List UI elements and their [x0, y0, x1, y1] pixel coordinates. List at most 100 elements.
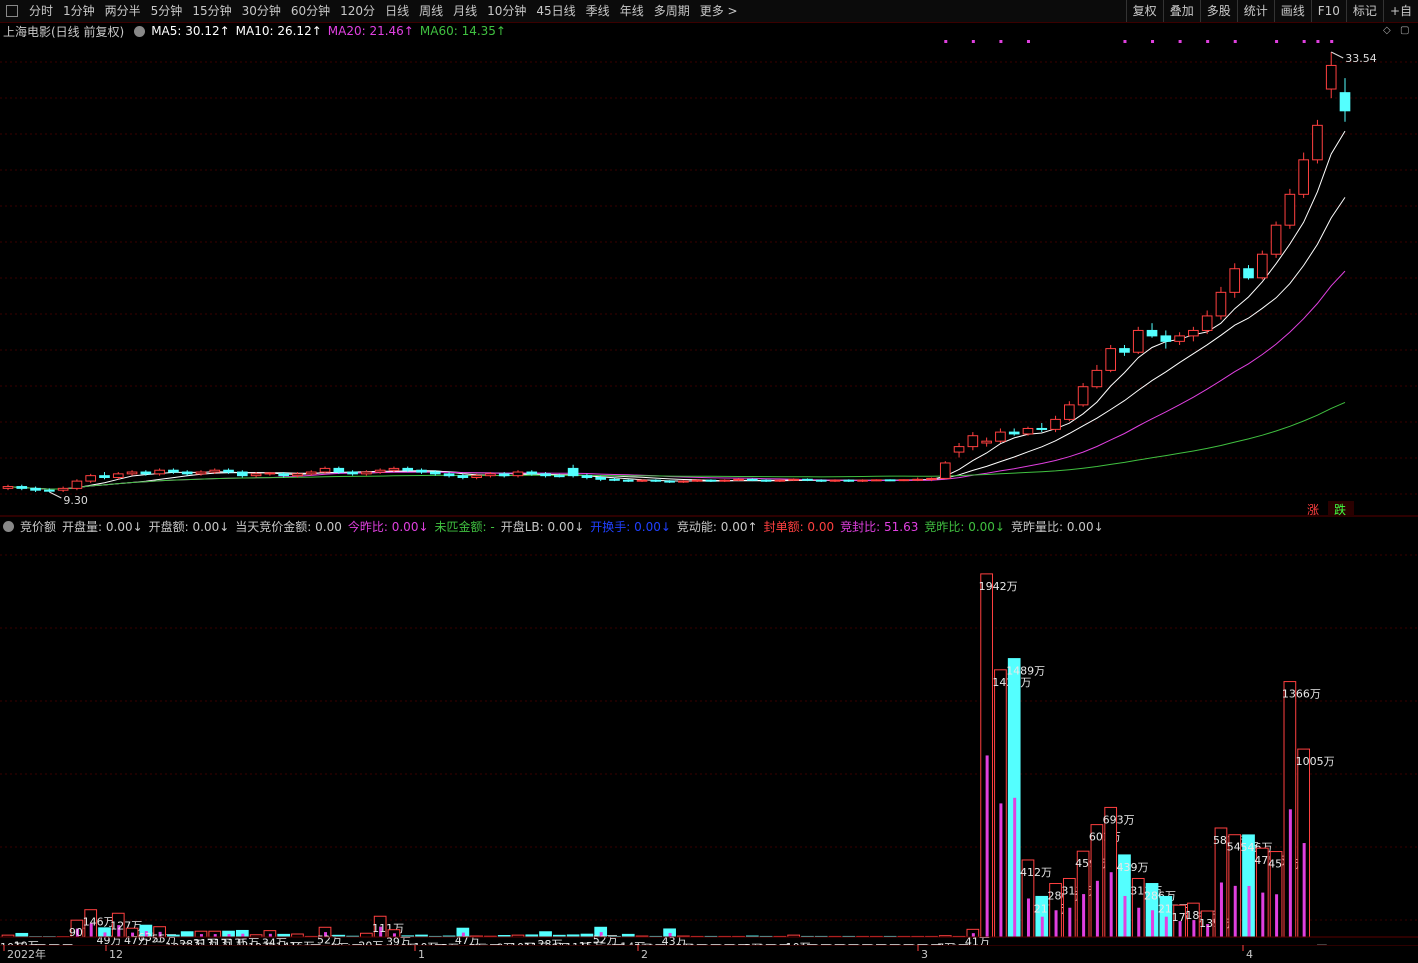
period-tab-16[interactable]: 更多 >	[695, 0, 743, 22]
volume-value-label: 1489万	[1006, 665, 1045, 678]
candle-body	[1064, 404, 1075, 420]
candle-body	[154, 469, 165, 475]
candle-body	[1229, 268, 1241, 293]
date-tick-label: 2	[641, 948, 648, 961]
volume-value-label: 412万	[1020, 866, 1052, 879]
indicator-value-4: 未匹金额: -	[434, 519, 495, 534]
auction-inner-bar	[1013, 797, 1017, 937]
candle-body	[1091, 369, 1103, 388]
limit-up-marker	[1206, 40, 1210, 43]
candle-body	[402, 467, 414, 471]
candle-body	[554, 475, 565, 478]
candle-body	[1105, 348, 1117, 371]
indicator-value-1: 开盘额: 0.00↓	[148, 519, 230, 534]
period-tab-13[interactable]: 季线	[581, 0, 615, 22]
volume-value-label: 1942万	[979, 580, 1018, 593]
indicator-value-0: 开盘量: 0.00↓	[62, 519, 143, 534]
candle-body	[581, 475, 593, 478]
candle-body	[884, 479, 896, 482]
limit-up-marker	[1151, 40, 1155, 43]
period-tab-2[interactable]: 两分半	[100, 0, 146, 22]
period-tab-10[interactable]: 月线	[448, 0, 482, 22]
auction-inner-bar	[1054, 910, 1058, 937]
volume-value-label: 439万	[1116, 861, 1148, 874]
auction-inner-bar	[1151, 910, 1155, 937]
candle-body	[939, 462, 951, 479]
candle-body	[650, 479, 662, 482]
candle-body	[953, 446, 965, 453]
tool-button-5[interactable]: F10	[1310, 0, 1346, 22]
period-tab-1[interactable]: 1分钟	[58, 0, 100, 22]
tool-button-7[interactable]: +自	[1382, 0, 1418, 22]
limit-up-marker	[999, 40, 1003, 43]
candle-body	[361, 471, 372, 475]
candle-body	[1022, 427, 1034, 435]
settings-circle-icon[interactable]	[3, 520, 14, 532]
candle-body	[719, 479, 731, 482]
tool-button-6[interactable]: 标记	[1345, 0, 1383, 22]
candle-body	[995, 431, 1006, 442]
period-tab-14[interactable]: 年线	[615, 0, 649, 22]
period-tab-9[interactable]: 周线	[414, 0, 448, 22]
candle-body	[622, 479, 634, 482]
volume-chart: 10万19万2万2万2万90万146万49万127万47万63万55万10万28…	[0, 554, 1418, 945]
indicator-value-5: 开盘LB: 0.00↓	[500, 519, 585, 534]
period-tab-4[interactable]: 15分钟	[187, 0, 236, 22]
candle-body	[388, 467, 400, 471]
window-toggle-icon[interactable]	[6, 5, 18, 17]
period-tab-15[interactable]: 多周期	[649, 0, 695, 22]
ma20-line	[7, 270, 1346, 490]
period-tab-3[interactable]: 5分钟	[146, 0, 188, 22]
indicator-value-7: 竞动能: 0.00↑	[676, 519, 758, 534]
candle-body	[168, 469, 179, 473]
indicator-value-10: 竞昨比: 0.00↓	[924, 519, 1005, 534]
period-tab-0[interactable]: 分时	[24, 0, 58, 22]
indicator-value-2: 当天竞价金额: 0.00	[235, 519, 342, 534]
tool-button-2[interactable]: 多股	[1199, 0, 1237, 22]
candle-body	[1119, 348, 1130, 353]
candle-body	[1160, 335, 1172, 342]
date-tick-label: 4	[1246, 948, 1253, 961]
auction-inner-bar	[1123, 895, 1127, 937]
candle-body	[347, 471, 358, 475]
candle-body	[250, 473, 262, 477]
candle-body	[1008, 431, 1020, 435]
candle-body	[1201, 315, 1213, 331]
candle-body	[843, 479, 855, 482]
period-tab-12[interactable]: 45日线	[531, 0, 580, 22]
candle-body	[609, 478, 620, 481]
candle-body	[1284, 193, 1296, 226]
tool-button-0[interactable]: 复权	[1125, 0, 1163, 22]
candle-body	[1312, 124, 1323, 161]
die-label: 跌	[1334, 502, 1346, 517]
auction-inner-bar	[1219, 882, 1223, 937]
toolbar-right-tools: 复权 叠加 多股 统计 画线 F10 标记 +自	[1125, 0, 1418, 22]
date-tick-label: 2022年	[7, 947, 46, 961]
candle-body	[912, 478, 924, 481]
limit-up-marker	[1123, 40, 1127, 43]
tool-button-4[interactable]: 画线	[1273, 0, 1311, 22]
candle-body	[691, 479, 703, 482]
candle-body	[829, 479, 841, 482]
limit-up-marker	[1275, 40, 1279, 43]
candle-body	[1050, 418, 1061, 430]
candle-body	[140, 471, 152, 475]
period-tab-8[interactable]: 日线	[380, 0, 414, 22]
period-tab-5[interactable]: 30分钟	[237, 0, 286, 22]
date-axis: 2022年 12 1 2 3 4	[0, 945, 1418, 961]
volume-bar	[180, 931, 194, 938]
auction-inner-bar	[1164, 916, 1168, 937]
candle-body	[264, 472, 276, 475]
tool-button-1[interactable]: 叠加	[1162, 0, 1200, 22]
candle-body	[126, 471, 138, 475]
period-tab-6[interactable]: 60分钟	[286, 0, 335, 22]
tool-button-3[interactable]: 统计	[1236, 0, 1274, 22]
auction-inner-bar	[1137, 907, 1141, 937]
auction-inner-bar	[999, 803, 1003, 937]
auction-inner-bar	[1261, 892, 1265, 937]
period-tab-11[interactable]: 10分钟	[482, 0, 531, 22]
period-tab-7[interactable]: 120分	[335, 0, 380, 22]
candle-body	[1339, 92, 1351, 112]
high-marker-line	[1330, 51, 1344, 59]
candle-body	[871, 479, 882, 482]
